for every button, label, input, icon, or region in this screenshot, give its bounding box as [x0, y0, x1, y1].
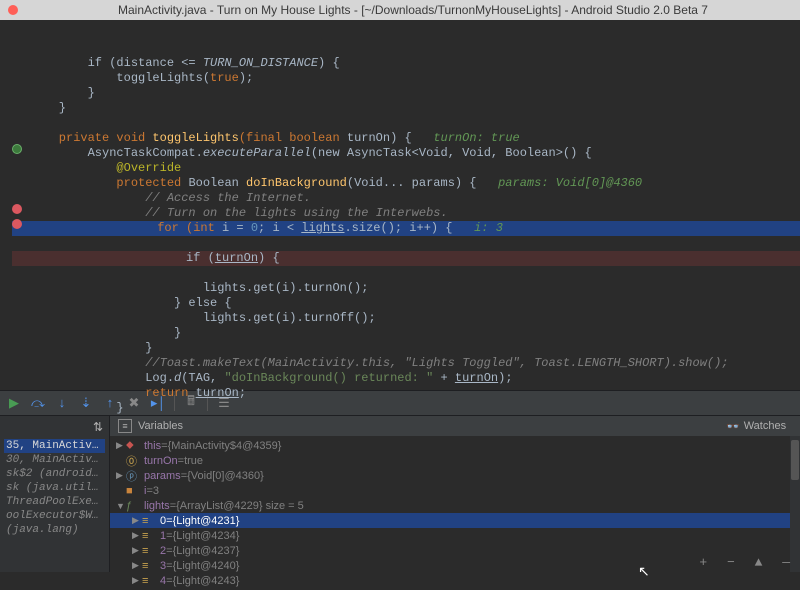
watches-icon: 👓 — [726, 420, 740, 433]
variable-value: true — [184, 455, 203, 467]
variable-row[interactable]: ⓪turnOn = true — [110, 453, 800, 468]
editor-gutter[interactable] — [0, 26, 28, 101]
variable-name: turnOn — [144, 455, 178, 467]
expand-icon[interactable]: ▶ — [116, 440, 126, 451]
variable-row[interactable]: ▶⬥this = {MainActivity$4@4359} — [110, 438, 800, 453]
inline-hint: turnOn: true — [433, 131, 519, 145]
scrollbar-thumb[interactable] — [791, 440, 799, 480]
frames-panel[interactable]: ⇅ 35, MainActivity$4 (c30, MainActivity$… — [0, 416, 110, 572]
variable-type-icon: ƒ — [126, 500, 140, 512]
variable-row[interactable]: ▶≡2 = {Light@4237} — [110, 543, 800, 558]
inline-hint: i: 3 — [474, 221, 503, 235]
variable-value: {Light@4237} — [173, 545, 240, 557]
variable-value: {MainActivity$4@4359} — [168, 440, 282, 452]
code-line[interactable]: return turnOn; — [18, 386, 246, 400]
variable-row[interactable]: ▶ⓟparams = {Void[0]@4360} — [110, 468, 800, 483]
variable-row[interactable]: ■i = 3 — [110, 483, 800, 498]
code-line[interactable]: @Override — [18, 161, 181, 175]
frames-filter-icon[interactable]: ⇅ — [0, 416, 109, 439]
variable-type-icon: ≡ — [142, 575, 156, 587]
code-line[interactable]: } — [18, 326, 181, 340]
variable-value: {Light@4231} — [173, 515, 240, 527]
watches-header[interactable]: 👓 Watches — [720, 416, 800, 436]
code-line[interactable]: } — [18, 341, 152, 355]
stack-frame[interactable]: 35, MainActivity$4 (c — [4, 439, 105, 453]
code-editor[interactable]: if (distance <= TURN_ON_DISTANCE) { togg… — [0, 20, 800, 390]
stack-frame[interactable]: sk (java.util.concurre — [4, 481, 105, 495]
code-line[interactable]: } — [18, 86, 95, 100]
variable-type-icon: ⓪ — [126, 453, 140, 469]
variables-panel[interactable]: ≡ Variables 👓 Watches ▶⬥this = {MainActi… — [110, 416, 800, 572]
code-line[interactable]: lights.get(i).turnOff(); — [18, 311, 376, 325]
expand-icon[interactable]: ▶ — [132, 575, 142, 586]
breakpoint-icon[interactable] — [12, 219, 22, 229]
variable-value: {ArrayList@4229} size = 5 — [176, 500, 304, 512]
variable-row[interactable]: ▼ƒlights = {ArrayList@4229} size = 5 — [110, 498, 800, 513]
watches-title: Watches — [744, 420, 786, 432]
inline-hint: params: Void[0]@4360 — [498, 176, 642, 190]
variable-row[interactable]: ▶≡4 = {Light@4243} — [110, 573, 800, 588]
debug-panels: ⇅ 35, MainActivity$4 (c30, MainActivity$… — [0, 416, 800, 572]
variable-name: lights — [144, 500, 170, 512]
code-line[interactable]: // Access the Internet. — [18, 191, 311, 205]
variables-icon: ≡ — [118, 419, 132, 433]
variable-value: {Light@4243} — [173, 575, 240, 587]
code-line[interactable]: toggleLights(true); — [18, 71, 253, 85]
variables-header: ≡ Variables — [110, 416, 800, 436]
variable-type-icon: ⓟ — [126, 468, 140, 484]
window-title: MainActivity.java - Turn on My House Lig… — [118, 3, 708, 17]
variable-value: {Light@4240} — [173, 560, 240, 572]
variable-value: {Light@4234} — [173, 530, 240, 542]
code-line[interactable]: //Toast.makeText(MainActivity.this, "Lig… — [18, 356, 729, 370]
variable-type-icon: ≡ — [142, 530, 156, 542]
gutter-method-marker[interactable] — [12, 144, 22, 154]
code-line[interactable]: protected Boolean doInBackground(Void...… — [18, 176, 642, 190]
code-line[interactable]: Log.d(TAG, "doInBackground() returned: "… — [18, 371, 513, 385]
expand-icon[interactable]: ▶ — [116, 470, 126, 481]
code-line[interactable]: AsyncTaskCompat.executeParallel(new Asyn… — [18, 146, 592, 160]
code-line[interactable]: } — [18, 101, 66, 115]
stack-frame[interactable]: sk$2 (android.os) — [4, 467, 105, 481]
variable-type-icon: ⬥ — [126, 439, 140, 452]
variable-row[interactable]: ▶≡3 = {Light@4240} — [110, 558, 800, 573]
variable-type-icon: ■ — [126, 485, 140, 497]
stack-frame[interactable]: 30, MainActivity$4 (c — [4, 453, 105, 467]
variable-row[interactable]: ▶≡1 = {Light@4234} — [110, 528, 800, 543]
variable-value: 3 — [153, 485, 159, 497]
code-line[interactable]: } else { — [18, 296, 232, 310]
variable-name: params — [144, 470, 181, 482]
stack-frame[interactable]: (java.lang) — [4, 523, 105, 537]
variables-title: Variables — [138, 420, 183, 432]
code-line[interactable]: if (turnOn) { — [12, 251, 800, 266]
variable-row[interactable]: ▶≡0 = {Light@4231} — [110, 513, 800, 528]
code-line[interactable]: } — [18, 401, 124, 415]
expand-icon[interactable]: ▶ — [132, 545, 142, 556]
variable-type-icon: ≡ — [142, 515, 156, 527]
expand-icon[interactable]: ▶ — [132, 530, 142, 541]
window-close-button[interactable] — [8, 5, 18, 15]
variable-name: this — [144, 440, 161, 452]
code-line[interactable]: if (distance <= TURN_ON_DISTANCE) { — [18, 56, 340, 70]
code-line[interactable] — [18, 116, 30, 130]
variable-value: {Void[0]@4360} — [187, 470, 264, 482]
expand-icon[interactable]: ▶ — [132, 515, 142, 526]
scrollbar[interactable] — [790, 436, 800, 572]
breakpoint-icon[interactable] — [12, 204, 22, 214]
stack-frame[interactable]: oolExecutor$Worker — [4, 509, 105, 523]
stack-frame[interactable]: ThreadPoolExecutor$ — [4, 495, 105, 509]
expand-icon[interactable]: ▼ — [116, 501, 126, 511]
window-titlebar: MainActivity.java - Turn on My House Lig… — [0, 0, 800, 20]
code-line[interactable]: private void toggleLights(final boolean … — [18, 131, 520, 145]
expand-icon[interactable]: ▶ — [132, 560, 142, 571]
variable-type-icon: ≡ — [142, 560, 156, 572]
execution-line[interactable]: for (int i = 0; i < lights.size(); i++) … — [12, 221, 800, 236]
variable-type-icon: ≡ — [142, 545, 156, 557]
code-line[interactable]: lights.get(i).turnOn(); — [18, 281, 368, 295]
code-line[interactable]: // Turn on the lights using the Interweb… — [18, 206, 448, 220]
watches-toolbar[interactable]: + − ▲ ― — [699, 555, 796, 570]
